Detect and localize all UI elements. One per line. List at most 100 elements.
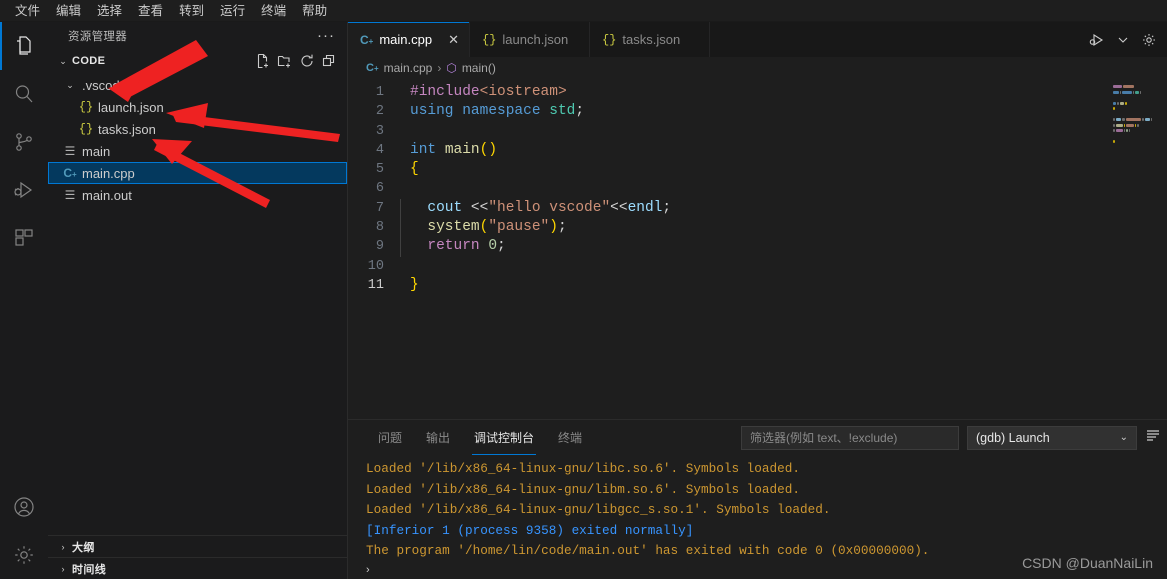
activity-explorer[interactable] xyxy=(0,22,48,70)
minimap-line xyxy=(1109,85,1153,88)
tree-item-label: .vscode xyxy=(82,77,127,93)
editor-actions xyxy=(1079,22,1167,57)
json-file-icon: {} xyxy=(78,122,94,136)
code-content: 1 #include<iostream> 2 using namespace std;… xyxy=(348,79,1167,295)
sidebar-explorer: 资源管理器 ··· ⌄ CODE ⌄ .vscode {} launch.jso… xyxy=(48,22,348,579)
extensions-icon xyxy=(15,229,33,246)
editor-area: C+ main.cpp ✕ {} launch.json {} tasks.js… xyxy=(348,22,1167,579)
tree-item-launch-json[interactable]: {} launch.json xyxy=(48,96,347,118)
chevron-down-icon[interactable] xyxy=(1115,32,1131,48)
tree-item-main[interactable]: ☰ main xyxy=(48,140,347,162)
minimap-line xyxy=(1109,90,1153,94)
code-editor[interactable]: 1 #include<iostream> 2 using namespace std;… xyxy=(348,79,1167,419)
tree-item-main-cpp[interactable]: C+ main.cpp xyxy=(48,162,347,184)
line-number: 3 xyxy=(375,123,384,139)
tree-item-label: main.out xyxy=(82,187,132,203)
clear-console-button[interactable] xyxy=(1145,427,1161,448)
breadcrumb-file[interactable]: main.cpp xyxy=(384,61,433,75)
panel-tab-terminal[interactable]: 终端 xyxy=(546,420,594,455)
menu-item-help[interactable]: 帮助 xyxy=(294,0,335,22)
tree-item-label: launch.json xyxy=(98,99,164,115)
new-folder-icon[interactable] xyxy=(277,53,293,69)
tree-item-vscode-folder[interactable]: ⌄ .vscode xyxy=(48,74,347,96)
menu-item-view[interactable]: 查看 xyxy=(130,0,171,22)
folder-name: CODE xyxy=(72,55,106,67)
activity-extensions[interactable] xyxy=(0,214,48,262)
activity-source-control[interactable] xyxy=(0,118,48,166)
panel-tab-output[interactable]: 输出 xyxy=(414,420,462,455)
panel-tab-debug-console[interactable]: 调试控制台 xyxy=(462,420,546,455)
minimap-line xyxy=(1109,113,1153,116)
timeline-label: 时间线 xyxy=(72,563,107,576)
minimap-line xyxy=(1109,118,1153,121)
sidebar-title-row: 资源管理器 ··· xyxy=(48,22,347,50)
tree-item-label: main.cpp xyxy=(82,165,135,181)
tab-launch-json[interactable]: {} launch.json xyxy=(470,22,590,57)
menu-item-file[interactable]: 文件 xyxy=(7,0,48,22)
code-line: 6 xyxy=(348,179,1167,198)
cpp-file-icon: C+ xyxy=(360,32,374,47)
menu-item-edit[interactable]: 编辑 xyxy=(48,0,89,22)
line-number: 4 xyxy=(375,142,384,158)
panel-toolbar: (gdb) Launch ⌄ xyxy=(741,425,1167,450)
editor-scrollbar[interactable] xyxy=(1153,79,1167,419)
minimap-line xyxy=(1109,101,1153,105)
timeline-section[interactable]: › 时间线 xyxy=(48,557,347,579)
chevron-right-icon: › xyxy=(366,564,370,576)
editor-tab-bar: C+ main.cpp ✕ {} launch.json {} tasks.js… xyxy=(348,22,1167,57)
collapse-all-icon[interactable] xyxy=(321,53,337,69)
sidebar-overflow-menu[interactable]: ··· xyxy=(317,28,335,43)
minimap-line xyxy=(1109,96,1153,99)
activity-search[interactable] xyxy=(0,70,48,118)
console-line: Loaded '/lib/x86_64-linux-gnu/libc.so.6'… xyxy=(366,461,800,476)
json-file-icon: {} xyxy=(602,32,617,47)
vscode-window: 文件 编辑 选择 查看 转到 运行 终端 帮助 资源管理器 ··· ⌄ CODE… xyxy=(0,0,1167,579)
code-text: #include<iostream> xyxy=(410,84,567,100)
minimap-line xyxy=(1109,135,1153,138)
activity-run-debug[interactable] xyxy=(0,166,48,214)
code-text: { xyxy=(410,161,419,178)
menu-item-selection[interactable]: 选择 xyxy=(89,0,130,22)
breadcrumb-separator: › xyxy=(437,61,442,75)
tree-item-main-out[interactable]: ☰ main.out xyxy=(48,184,347,206)
gear-icon[interactable] xyxy=(1141,32,1157,48)
activity-account[interactable] xyxy=(0,483,48,531)
tree-item-tasks-json[interactable]: {} tasks.json xyxy=(48,118,347,140)
breadcrumb-symbol[interactable]: main() xyxy=(462,61,496,75)
code-text: using namespace std; xyxy=(410,103,585,120)
console-line: [Inferior 1 (process 9358) exited normal… xyxy=(366,522,694,538)
tab-tasks-json[interactable]: {} tasks.json xyxy=(590,22,710,57)
json-file-icon: {} xyxy=(482,32,497,47)
close-icon[interactable]: ✕ xyxy=(448,33,459,46)
console-filter-input[interactable] xyxy=(741,425,959,450)
run-play-icon[interactable] xyxy=(1089,32,1105,48)
line-number: 6 xyxy=(375,181,384,197)
minimap[interactable] xyxy=(1109,79,1153,419)
json-file-icon: {} xyxy=(78,100,94,114)
debug-console-output[interactable]: Loaded '/lib/x86_64-linux-gnu/libc.so.6'… xyxy=(348,455,1167,561)
menu-item-goto[interactable]: 转到 xyxy=(171,0,212,22)
cpp-file-icon: C+ xyxy=(63,166,77,180)
line-number: 10 xyxy=(367,258,384,274)
tab-main-cpp[interactable]: C+ main.cpp ✕ xyxy=(348,22,470,57)
code-line: 1 #include<iostream> xyxy=(348,83,1167,102)
menu-item-run[interactable]: 运行 xyxy=(212,0,253,22)
folder-section-header[interactable]: ⌄ CODE xyxy=(48,50,347,72)
outline-section[interactable]: › 大纲 xyxy=(48,535,347,557)
code-line: 5{ xyxy=(348,160,1167,179)
minimap-line xyxy=(1109,123,1153,127)
menu-item-terminal[interactable]: 终端 xyxy=(253,0,294,22)
activity-settings[interactable] xyxy=(0,531,48,579)
code-text: system("pause"); xyxy=(400,218,567,238)
minimap-line xyxy=(1109,129,1153,132)
cpp-file-icon: C+ xyxy=(366,62,379,74)
launch-config-dropdown[interactable]: (gdb) Launch ⌄ xyxy=(967,425,1137,450)
file-tree: ⌄ .vscode {} launch.json {} tasks.json ☰… xyxy=(48,72,347,206)
code-text: return 0; xyxy=(400,237,506,257)
refresh-icon[interactable] xyxy=(299,53,315,69)
line-number: 7 xyxy=(375,200,384,216)
code-line: 8 system("pause"); xyxy=(348,218,1167,238)
new-file-icon[interactable] xyxy=(255,53,271,69)
panel-tab-problems[interactable]: 问题 xyxy=(366,420,414,455)
clear-console-icon xyxy=(1147,430,1159,441)
